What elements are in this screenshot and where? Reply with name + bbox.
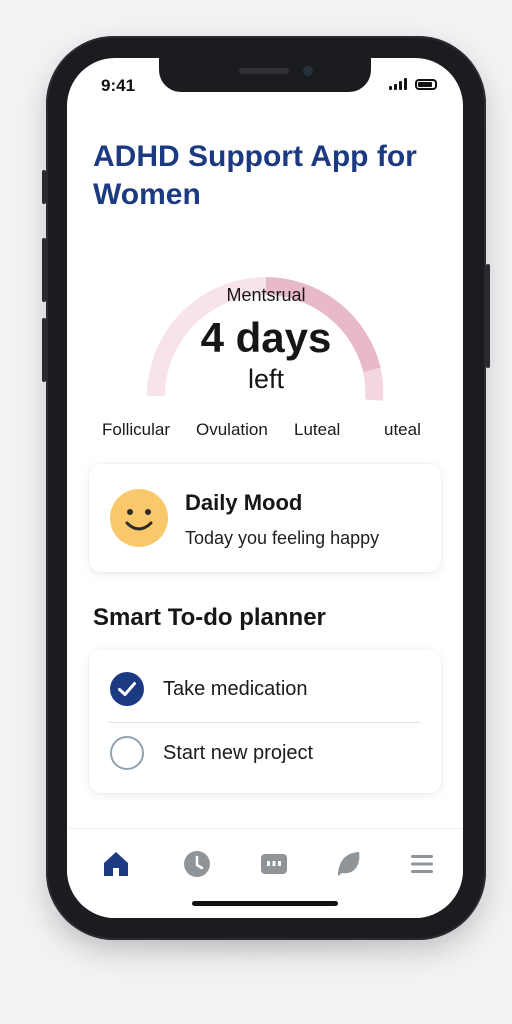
menu-icon[interactable] xyxy=(407,849,437,879)
days-left-caption: left xyxy=(247,364,285,394)
phase-luteal: Luteal xyxy=(294,420,341,439)
phase-follicular: Follicular xyxy=(102,420,171,439)
home-indicator[interactable] xyxy=(192,901,338,906)
todo-label: Take medication xyxy=(163,677,308,700)
cycle-gauge: Mentsrual 4 days left xyxy=(143,234,389,414)
cycle-phase-label: Mentsrual xyxy=(226,285,306,305)
page: 9:41 ADHD Support App for Women Mentsrua… xyxy=(0,0,512,1024)
signal-icon xyxy=(389,78,407,90)
empty-checkbox-icon[interactable] xyxy=(109,735,145,771)
screen: 9:41 ADHD Support App for Women Mentsrua… xyxy=(67,58,463,918)
mood-text: Today you feeling happy xyxy=(185,528,380,548)
volume-up-button xyxy=(42,238,46,302)
chat-icon[interactable] xyxy=(259,849,289,879)
speaker xyxy=(239,68,289,74)
leaf-icon[interactable] xyxy=(334,849,364,879)
page-title: ADHD Support App for Women xyxy=(93,140,417,211)
status-icons xyxy=(389,78,437,90)
home-icon[interactable] xyxy=(101,849,131,879)
power-button xyxy=(486,264,490,368)
front-camera xyxy=(303,66,313,76)
status-time: 9:41 xyxy=(101,76,136,95)
daily-mood-card[interactable]: Daily Mood Today you feeling happy xyxy=(89,464,441,572)
volume-down-button xyxy=(42,318,46,382)
todo-card: Take medication Start new project xyxy=(89,650,441,793)
phase-labels: Follicular Ovulation Luteal uteal xyxy=(67,420,463,444)
mute-switch xyxy=(42,170,46,204)
todo-divider xyxy=(109,722,421,723)
todo-item[interactable]: Start new project xyxy=(109,724,421,782)
phase-ovulation: Ovulation xyxy=(196,420,268,439)
days-left-value: 4 days xyxy=(200,314,332,361)
todo-label: Start new project xyxy=(163,741,314,764)
phase-luteal-truncated: uteal xyxy=(384,420,421,439)
notch xyxy=(159,58,371,92)
mood-title: Daily Mood xyxy=(185,490,303,515)
todo-item[interactable]: Take medication xyxy=(109,660,421,718)
checked-checkbox-icon[interactable] xyxy=(109,671,145,707)
planner-title: Smart To-do planner xyxy=(93,604,326,631)
clock-icon[interactable] xyxy=(182,849,212,879)
battery-icon xyxy=(415,78,437,90)
smiley-face-icon xyxy=(110,489,168,547)
